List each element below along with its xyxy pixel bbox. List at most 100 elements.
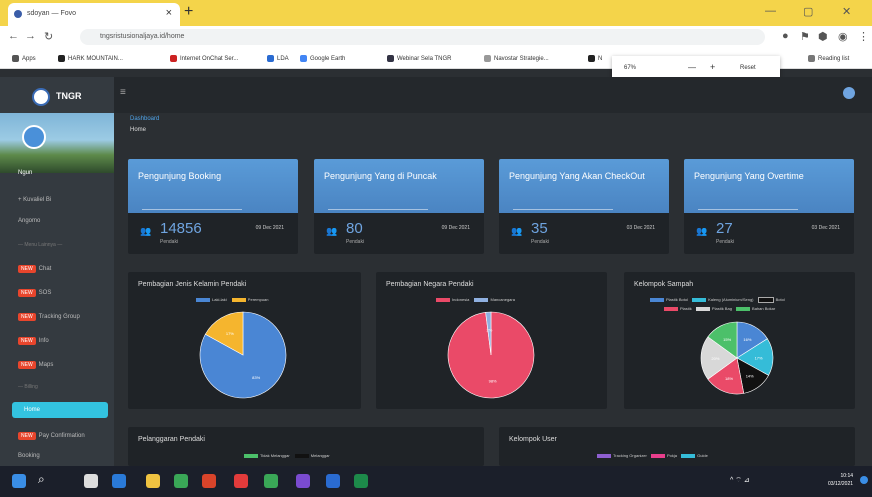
card-title: Pengunjung Yang di Puncak — [324, 171, 437, 181]
app-icon[interactable] — [264, 474, 278, 488]
app-icon[interactable] — [202, 474, 216, 488]
card-unit: Pendaki — [716, 239, 735, 245]
chart-legend: Tracking Organizer Pokja Guide — [597, 453, 708, 458]
clock[interactable]: 10:14 03/12/2021 — [828, 472, 853, 488]
profile-icon[interactable]: ◉ — [838, 30, 848, 43]
bookmark-item[interactable]: Google Earth — [300, 55, 345, 62]
stat-card-summit: Pengunjung Yang di Puncak 👥 80 Pendaki 0… — [314, 159, 484, 254]
bookmark-item[interactable]: Navostar Strategie... — [484, 55, 549, 62]
card-date: 03 Dec 2021 — [626, 225, 655, 231]
store-icon[interactable] — [112, 474, 126, 488]
close-tab-icon[interactable]: × — [166, 7, 172, 19]
bookmark-item[interactable]: N — [588, 55, 602, 62]
bookmark-item[interactable]: Apps — [12, 55, 36, 62]
sidebar-item-booking[interactable]: Booking — [18, 453, 40, 459]
pie-slice-label: 18% — [725, 376, 733, 381]
sidebar-item[interactable]: + Kuvaliel Bi — [18, 197, 51, 203]
notification-icon[interactable] — [860, 476, 868, 484]
bookmark-item[interactable]: LDA — [267, 55, 289, 62]
pie-slice-label: 83% — [252, 375, 260, 380]
stat-card-booking: Pengunjung Booking 👥 14856 Pendaki 09 De… — [128, 159, 298, 254]
user-menu-icon[interactable] — [843, 87, 855, 99]
sparkline — [328, 197, 428, 210]
browser-tab[interactable]: sdoyan — Fovo × — [8, 3, 180, 26]
folder-icon[interactable] — [146, 474, 160, 488]
sidebar-section-header: — Billing — [18, 384, 38, 390]
sidebar-item-home[interactable]: Home — [12, 402, 108, 418]
url-field[interactable]: tngsristusionaljaya.id/home — [80, 29, 765, 45]
chart-legend: Plastik Plastik Bag Bahan Bokar — [664, 306, 775, 311]
excel-icon[interactable] — [354, 474, 368, 488]
task-view-icon[interactable] — [84, 474, 98, 488]
extension-icon[interactable]: ● — [782, 30, 789, 42]
sparkline — [142, 197, 242, 210]
card-date: 03 Dec 2021 — [811, 225, 840, 231]
reload-icon[interactable]: ↻ — [44, 30, 53, 43]
app-icon[interactable] — [296, 474, 310, 488]
panel-gender: Pembagian Jenis Kelamin Pendaki Laki-lak… — [128, 272, 361, 409]
forward-icon[interactable]: → — [25, 30, 36, 42]
pie-slice-label: 20% — [711, 356, 719, 361]
chart-legend: Tidak Melanggar Melanggar — [244, 453, 330, 458]
sidebar-item[interactable]: Angomo — [18, 218, 40, 224]
pie-slice-label: 15% — [723, 337, 731, 342]
bookmark-item[interactable]: HARK MOUNTAIN... — [58, 55, 123, 62]
user-name: Ngun — [18, 170, 33, 176]
avatar[interactable] — [22, 125, 46, 149]
stat-card-checkout: Pengunjung Yang Akan CheckOut 👥 35 Penda… — [499, 159, 669, 254]
restore-icon[interactable]: ▢ — [803, 5, 813, 18]
pie-chart-country: 98% 2% — [447, 311, 535, 399]
card-date: 09 Dec 2021 — [441, 225, 470, 231]
card-value: 80 — [346, 220, 363, 237]
extension-icon[interactable]: ⬢ — [818, 30, 828, 43]
sidebar-banner — [0, 113, 114, 173]
bookmark-item[interactable]: Internet OnChat Ser... — [170, 55, 238, 62]
panel-trash: Kelompok Sampah Plastik Botol Kaleng (Al… — [624, 272, 855, 409]
menu-icon[interactable]: ⋮ — [858, 30, 869, 43]
panel-violations: Pelanggaran Pendaki Tidak Melanggar Mela… — [128, 427, 484, 466]
people-icon: 👥 — [511, 226, 523, 236]
sidebar-item-chat[interactable]: NEW Chat — [18, 265, 51, 273]
chart-legend: Indonesia Mancanegara — [436, 297, 515, 302]
panel-title: Kelompok User — [509, 436, 557, 443]
chart-legend: Laki-laki Perempuan — [196, 297, 268, 302]
zoom-reset-button[interactable]: Reset — [740, 65, 756, 71]
sidebar-item-pay-confirmation[interactable]: NEW Pay Confirmation — [18, 432, 85, 440]
panel-users: Kelompok User Tracking Organizer Pokja G… — [499, 427, 855, 466]
back-icon[interactable]: ← — [8, 30, 19, 42]
panel-title: Pembagian Jenis Kelamin Pendaki — [138, 281, 247, 288]
hamburger-icon[interactable]: ≡ — [120, 87, 126, 98]
people-icon: 👥 — [140, 226, 152, 236]
extension-icon[interactable]: ⚑ — [800, 30, 810, 43]
tab-title: sdoyan — Fovo — [27, 10, 77, 17]
search-icon[interactable]: ⌕ — [38, 472, 45, 487]
reading-list[interactable]: Reading list — [808, 55, 849, 62]
card-title: Pengunjung Booking — [138, 171, 222, 181]
sidebar-item-sos[interactable]: NEW SOS — [18, 289, 51, 297]
start-icon[interactable] — [12, 474, 26, 488]
word-icon[interactable] — [326, 474, 340, 488]
system-tray[interactable]: ^ ⌔ ⊿ — [730, 476, 750, 485]
card-unit: Pendaki — [531, 239, 550, 245]
panel-title: Kelompok Sampah — [634, 281, 694, 288]
sidebar-item-maps[interactable]: NEW Maps — [18, 361, 53, 369]
bookmark-item[interactable]: Webinar Sela TNGR — [387, 55, 451, 62]
sidebar-item-tracking[interactable]: NEW Tracking Group — [18, 313, 80, 321]
new-tab-icon[interactable]: + — [184, 3, 193, 21]
pie-slice-label: 17% — [755, 355, 763, 360]
breadcrumb[interactable]: Dashboard — [130, 116, 159, 122]
sparkline — [513, 197, 613, 210]
zoom-out-button[interactable]: — — [688, 63, 696, 72]
app-top-nav — [0, 77, 872, 113]
pie-slice-label: 14% — [746, 373, 754, 378]
sidebar-item-info[interactable]: NEW Info — [18, 337, 49, 345]
stat-card-overtime: Pengunjung Yang Overtime 👥 27 Pendaki 03… — [684, 159, 854, 254]
zoom-in-button[interactable]: + — [710, 62, 715, 72]
pie-chart-gender: 83% 17% — [199, 311, 287, 399]
window-close-icon[interactable]: ✕ — [842, 5, 851, 18]
panel-country: Pembagian Negara Pendaki Indonesia Manca… — [376, 272, 607, 409]
chrome-icon[interactable] — [174, 474, 188, 488]
app-icon[interactable] — [234, 474, 248, 488]
minimize-icon[interactable]: — — [765, 5, 776, 17]
card-unit: Pendaki — [160, 239, 179, 245]
